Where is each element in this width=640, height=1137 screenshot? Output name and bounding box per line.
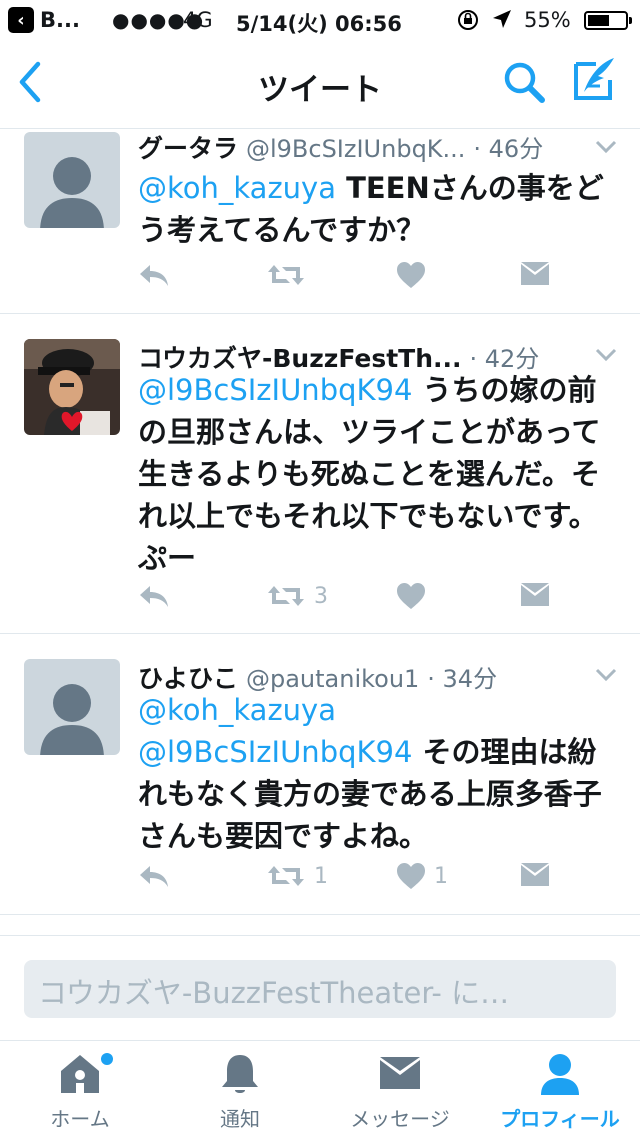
avatar[interactable] — [24, 659, 120, 755]
retweet-count: 1 — [314, 863, 328, 889]
direct-message-button[interactable] — [520, 582, 550, 608]
heart-icon — [397, 863, 425, 889]
avatar[interactable] — [24, 339, 120, 435]
tweet-text: @l9BcSIzIUnbqK94 うちの嫁の前の旦那さんは、ツライことがあって生… — [138, 369, 620, 579]
back-app-label: B... — [40, 8, 80, 32]
username[interactable]: @l9BcSIzIUnbqK... — [246, 135, 465, 163]
reply-button[interactable] — [138, 261, 170, 289]
tweet[interactable]: コウカズヤ-BuzzFestTh... · 42分 @l9BcSIzIUnbqK… — [0, 314, 640, 634]
default-avatar-icon — [40, 157, 104, 228]
mention-link[interactable]: @l9BcSIzIUnbqK94 — [138, 373, 412, 407]
reply-button[interactable] — [138, 862, 170, 890]
tweet-actions: 3 — [138, 582, 578, 614]
heart-icon — [397, 583, 425, 609]
profile-photo — [24, 339, 120, 435]
tab-label: メッセージ — [350, 1107, 450, 1131]
back-to-app[interactable]: ‹ B... — [8, 7, 80, 33]
rotation-lock-icon — [456, 8, 480, 37]
unread-dot — [101, 1053, 113, 1065]
tab-label: 通知 — [220, 1107, 260, 1131]
tab-messages[interactable]: メッセージ — [320, 1041, 480, 1137]
mention-link[interactable]: @koh_kazuya — [138, 693, 336, 727]
battery-percent: 55% — [524, 8, 571, 32]
search-button[interactable] — [500, 58, 548, 106]
compose-icon — [574, 58, 614, 100]
direct-message-button[interactable] — [520, 862, 550, 888]
tweet[interactable]: ひよひこ @pautanikou1 · 34分 @koh_kazuya @l9Bc… — [0, 634, 640, 915]
reply-bar: コウカズヤ-BuzzFestTheater- に… — [0, 935, 640, 1041]
tweet-header: グータラ @l9BcSIzIUnbqK... · 46分 — [138, 129, 588, 165]
tweet-text: @koh_kazuya @l9BcSIzIUnbqK94 その理由は紛れもなく貴方… — [138, 689, 620, 857]
chevron-down-icon[interactable] — [594, 667, 618, 683]
person-icon — [541, 1054, 579, 1095]
reply-icon — [140, 265, 168, 286]
tweet-text: @koh_kazuya TEENさんの事をどう考えてるんですか？ — [138, 167, 620, 251]
retweet-icon — [268, 866, 304, 886]
like-count: 1 — [434, 863, 448, 889]
like-button[interactable]: 1 — [396, 862, 448, 890]
home-icon — [61, 1055, 99, 1093]
envelope-icon — [521, 583, 549, 606]
location-icon — [491, 8, 513, 35]
search-icon — [504, 62, 545, 103]
tab-label: プロフィール — [500, 1107, 620, 1131]
timestamp[interactable]: · 46分 — [473, 135, 543, 163]
tab-home[interactable]: ホーム — [0, 1041, 160, 1137]
tweet-actions — [138, 261, 578, 293]
envelope-icon — [521, 863, 549, 886]
chevron-left-icon: ‹ — [8, 7, 34, 33]
reply-icon — [140, 586, 168, 607]
display-name[interactable]: グータラ — [138, 134, 238, 163]
like-button[interactable] — [396, 261, 434, 289]
retweet-icon — [268, 265, 304, 285]
direct-message-button[interactable] — [520, 261, 550, 287]
heart-icon — [397, 262, 425, 288]
envelope-icon — [380, 1057, 420, 1089]
retweet-button[interactable] — [266, 261, 314, 289]
retweet-icon — [268, 586, 304, 606]
envelope-icon — [521, 262, 549, 285]
tweet[interactable]: グータラ @l9BcSIzIUnbqK... · 46分 @koh_kazuya… — [0, 129, 640, 314]
like-button[interactable] — [396, 582, 434, 610]
retweet-button[interactable]: 1 — [266, 862, 328, 890]
chevron-down-icon[interactable] — [594, 139, 618, 155]
tab-label: ホーム — [50, 1107, 110, 1131]
compose-button[interactable] — [568, 54, 620, 106]
mention-link[interactable]: @l9BcSIzIUnbqK94 — [138, 735, 412, 769]
chevron-down-icon[interactable] — [594, 347, 618, 363]
retweet-count: 3 — [314, 583, 328, 609]
tweet-actions: 1 1 — [138, 862, 578, 894]
status-time: 5/14(火) 06:56 — [236, 12, 402, 36]
network-type: 4G — [183, 8, 213, 32]
bell-icon — [222, 1055, 258, 1093]
tab-bar: ホーム 通知 メッセージ プロフィール — [0, 1040, 640, 1137]
tab-profile[interactable]: プロフィール — [480, 1041, 640, 1137]
reply-input[interactable]: コウカズヤ-BuzzFestTheater- に… — [24, 960, 616, 1018]
avatar[interactable] — [24, 132, 120, 228]
status-bar: ‹ B... ●●●●● 4G 5/14(火) 06:56 55% — [0, 0, 640, 40]
default-avatar-icon — [40, 684, 104, 755]
mention-link[interactable]: @koh_kazuya — [138, 171, 336, 205]
retweet-button[interactable]: 3 — [266, 582, 328, 610]
reply-button[interactable] — [138, 582, 170, 610]
battery-icon — [584, 11, 632, 30]
reply-icon — [140, 866, 168, 887]
tab-notifications[interactable]: 通知 — [160, 1041, 320, 1137]
nav-bar: ツイート — [0, 40, 640, 129]
